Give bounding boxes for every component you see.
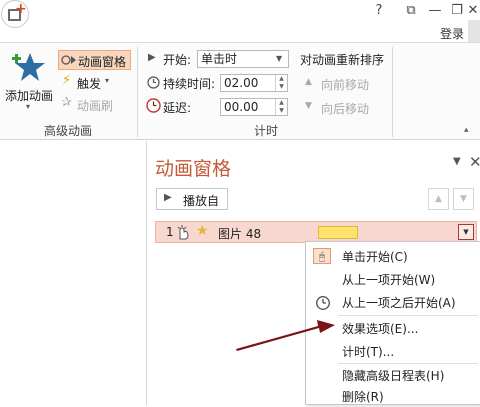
annotation-arrow-icon — [236, 320, 335, 351]
